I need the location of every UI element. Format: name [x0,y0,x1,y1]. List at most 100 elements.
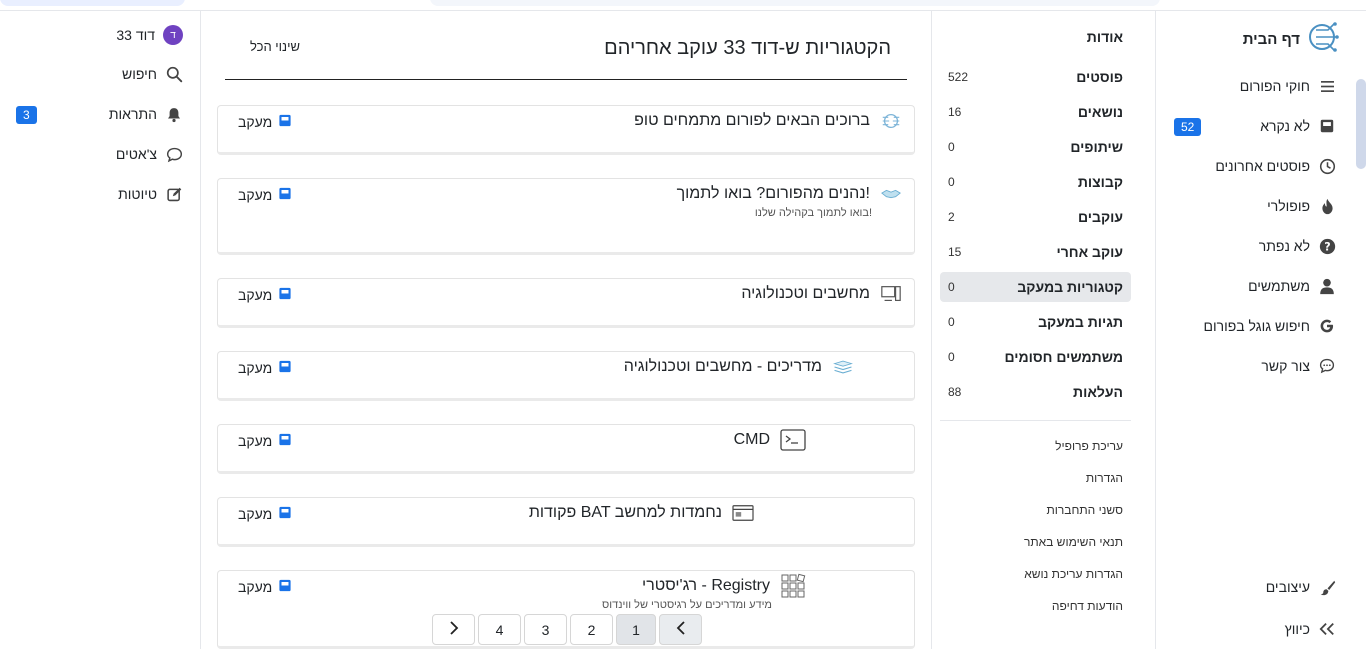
stat-value: 16 [948,105,962,119]
page-button-2[interactable]: 2 [570,614,613,645]
category-title[interactable]: מחשבים וטכנולוגיה [741,285,870,303]
inbox-icon [278,360,292,376]
inbox-icon [278,287,292,303]
sidebar-item-unsolved[interactable]: לא נפתר ? [1259,234,1336,258]
stat-shares[interactable]: 0 שיתופים [940,132,1131,162]
sidebar-item-unread[interactable]: לא נקרא [1260,114,1336,138]
category-title[interactable]: נהנים מהפורום? בואו לתמוך! [677,185,870,203]
notifications-label: התראות [108,106,157,122]
inbox-icon [278,187,292,203]
sidebar-item-label: משתמשים [1248,278,1310,294]
stat-followers[interactable]: 2 עוקבים [940,202,1131,232]
stat-watched-categories[interactable]: 0 קטגוריות במעקב [940,272,1131,302]
drafts-link[interactable]: טיוטות [118,182,183,206]
home-label: דף הבית [1242,30,1300,48]
follow-button[interactable]: מעקב [238,360,292,376]
edit-profile-link[interactable]: עריכת פרופיל [940,439,1131,453]
category-title[interactable]: ברוכים הבאים לפורום מתמחים טופ [634,112,870,130]
sidebar-item-label: חיפוש גוגל בפורום [1203,318,1310,334]
home-link[interactable]: דף הבית [1243,21,1340,57]
user-menu[interactable]: דוד 33 ד [116,23,183,47]
inbox-icon [1318,117,1336,135]
about-link[interactable]: אודות [940,29,1131,45]
stat-label: עוקב אחרי [1056,244,1123,260]
sidebar-item-label: לא נפתר [1258,238,1310,254]
chats-link[interactable]: צ'אטים [116,142,183,166]
book-stack-icon [832,356,854,378]
stat-groups[interactable]: 0 קבוצות [940,167,1131,197]
sidebar-item-popular[interactable]: פופולרי [1267,194,1336,218]
settings-link[interactable]: הגדרות [940,471,1131,485]
stat-following[interactable]: 15 עוקב אחרי [940,237,1131,267]
computer-icon [880,283,902,305]
category-title[interactable]: רג'יסטרי - Registry [642,577,770,595]
page-button-4[interactable]: 4 [478,614,521,645]
follow-button[interactable]: מעקב [238,433,292,449]
prev-page-button[interactable] [659,614,702,645]
stat-label: משתמשים חסומים [1004,349,1123,365]
terms-link[interactable]: תנאי השימוש באתר [940,535,1131,549]
search-icon [165,65,183,83]
search-link[interactable]: חיפוש [122,62,183,86]
collapse-button[interactable]: כיווץ [1285,617,1336,641]
page-button-3[interactable]: 3 [524,614,567,645]
category-card: פקודות BAT נחמדות למחשב מעקב [217,497,915,547]
chevron-right-icon [449,621,459,638]
stat-uploads[interactable]: 88 העלאות [940,377,1131,407]
stat-value: 15 [948,245,962,259]
notifications-link[interactable]: התראות [109,102,183,126]
main-content: הקטגוריות ש-דוד 33 עוקב אחריהם שינוי הכל… [200,11,931,649]
sidebar-item-rules[interactable]: חוקי הפורום [1240,74,1336,98]
sidebar-item-contact[interactable]: צור קשר [1261,354,1336,378]
push-notifications-link[interactable]: הודעות דחיפה [940,599,1131,613]
next-page-button[interactable] [432,614,475,645]
follow-label: מעקב [238,287,273,303]
sidebar-item-google-search[interactable]: חיפוש גוגל בפורום [1203,314,1336,338]
stat-topics[interactable]: 16 נושאים [940,97,1131,127]
notifications-count-badge: 3 [16,106,37,124]
stat-blocked-users[interactable]: 0 משתמשים חסומים [940,342,1131,372]
inbox-icon [278,114,292,130]
top-bar [0,0,1366,11]
topic-edit-settings-link[interactable]: הגדרות עריכת נושא [940,567,1131,581]
follow-button[interactable]: מעקב [238,287,292,303]
double-chevron-left-icon [1318,620,1336,638]
follow-label: מעקב [238,579,273,595]
follow-label: מעקב [238,187,273,203]
category-title[interactable]: CMD [734,431,770,449]
stat-label: קבוצות [1077,174,1123,190]
left-column: דוד 33 ד חיפוש 3 התראות צ'אטים טיוטות [0,11,200,649]
change-all-button[interactable]: שינוי הכל [250,39,300,54]
circuit-icon [880,110,902,132]
sessions-link[interactable]: סשני התחברות [940,503,1131,517]
top-search-pill[interactable] [430,0,1160,6]
stat-label: העלאות [1073,384,1123,400]
collapse-label: כיווץ [1284,621,1310,637]
stat-posts[interactable]: 522 פוסטים [940,62,1131,92]
sidebar-item-recent[interactable]: פוסטים אחרונים [1215,154,1336,178]
stat-value: 0 [948,315,955,329]
question-icon: ? [1318,237,1336,255]
stat-value: 2 [948,210,955,224]
user-icon [1318,277,1336,295]
category-card: ברוכים הבאים לפורום מתמחים טופ מעקב [217,105,915,155]
follow-button[interactable]: מעקב [238,506,292,522]
follow-label: מעקב [238,506,273,522]
inbox-icon [278,579,292,595]
chevron-left-icon [676,621,686,638]
top-left-pill[interactable] [0,0,185,6]
stat-watched-tags[interactable]: 0 תגיות במעקב [940,307,1131,337]
themes-button[interactable]: עיצובים [1266,575,1336,599]
bell-icon [165,105,183,123]
sidebar-item-users[interactable]: משתמשים [1248,274,1336,298]
edit-icon [165,185,183,203]
follow-button[interactable]: מעקב [238,187,292,203]
category-title[interactable]: מדריכים - מחשבים וטכנולוגיה [624,358,822,376]
category-title[interactable]: פקודות BAT נחמדות למחשב [529,504,722,522]
page-button-1[interactable]: 1 [616,614,656,645]
follow-button[interactable]: מעקב [238,579,292,595]
right-sidebar: דף הבית חוקי הפורום 52 לא נקרא פוסטים אח… [1155,11,1366,649]
clock-icon [1318,157,1336,175]
follow-button[interactable]: מעקב [238,114,292,130]
scrollbar-thumb[interactable] [1356,79,1366,169]
